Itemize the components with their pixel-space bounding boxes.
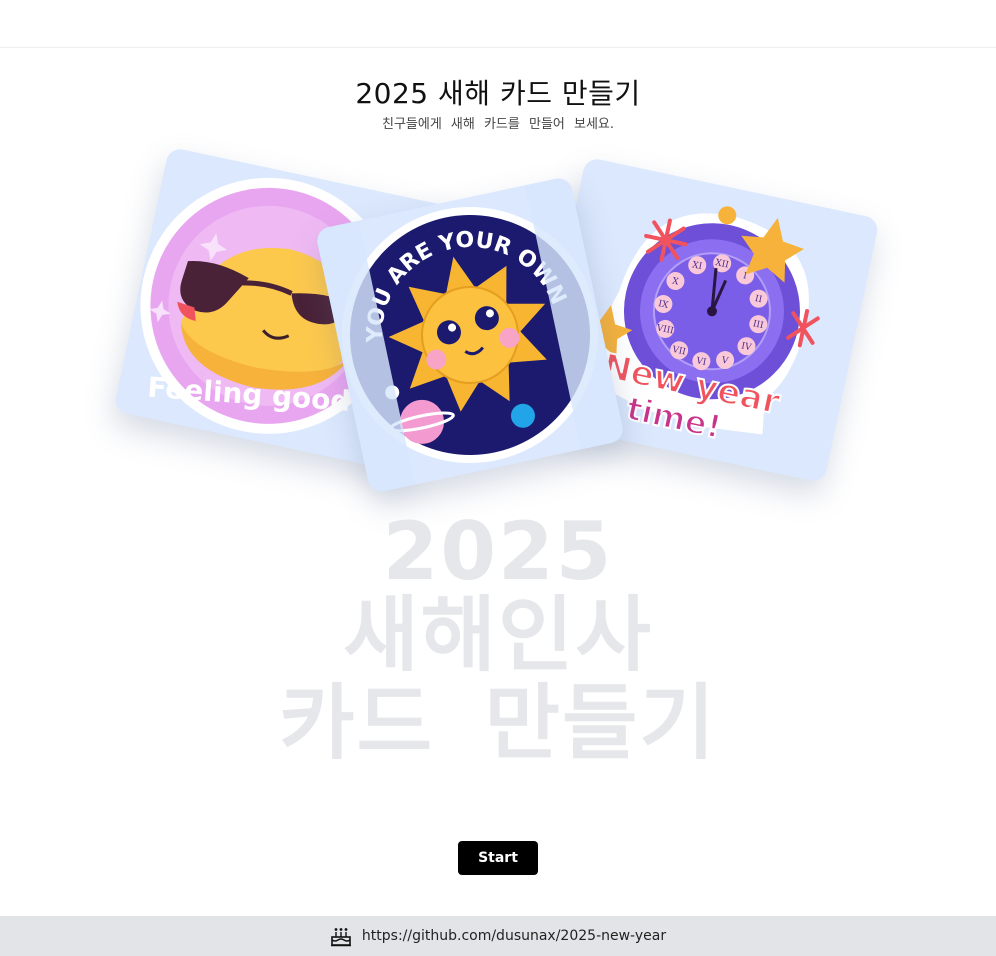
hero-make-card: 카드 만들기 [279, 676, 717, 771]
footer: https://github.com/dusunax/2025-new-year [0, 916, 996, 956]
github-link[interactable]: https://github.com/dusunax/2025-new-year [362, 928, 666, 944]
card-you-are-your-own: YOU ARE YOUR OWN [314, 175, 626, 495]
start-button[interactable]: Start [458, 841, 538, 875]
cake-icon [330, 928, 351, 947]
page-subtitle: 친구들에게 새해 카드를 만들어 보세요. [381, 117, 615, 132]
hero-greeting: 새해인사 [343, 588, 653, 683]
page-title: 2025 새해 카드 만들기 [355, 77, 641, 110]
top-bar [0, 0, 996, 48]
hero-year: 2025 [382, 505, 614, 598]
